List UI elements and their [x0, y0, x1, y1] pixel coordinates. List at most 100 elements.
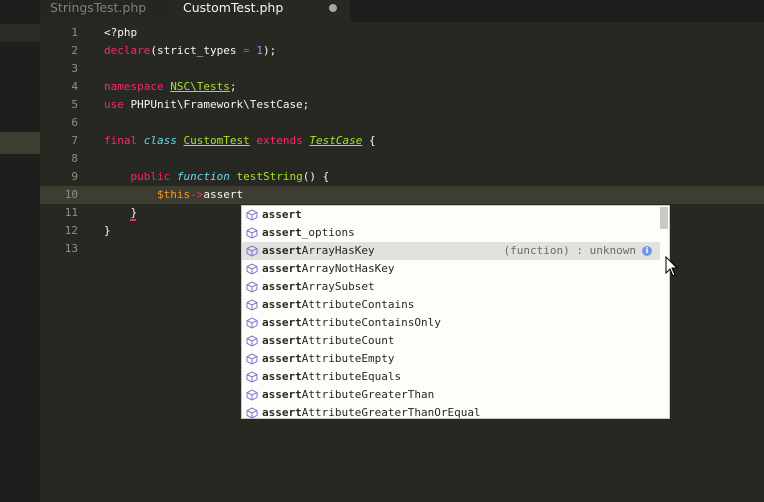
- autocomplete-match: assert: [262, 334, 302, 347]
- line-number: 9: [71, 170, 78, 183]
- code-token: =: [236, 44, 257, 57]
- code-token: {: [362, 134, 376, 147]
- autocomplete-item-label: assertArraySubset: [262, 278, 375, 296]
- code-line[interactable]: 1 <?php: [40, 24, 764, 42]
- info-icon[interactable]: i: [642, 246, 652, 256]
- code-token: ->: [190, 188, 204, 201]
- autocomplete-item-label: assertAttributeEquals: [262, 368, 401, 386]
- autocomplete-match: assert: [262, 352, 302, 365]
- autocomplete-item[interactable]: assertAttributeContains: [242, 296, 660, 314]
- autocomplete-item-label: assert: [262, 206, 302, 224]
- autocomplete-rest: ArrayNotHasKey: [301, 262, 395, 275]
- code-token: CustomTest: [183, 134, 250, 147]
- code-line[interactable]: 7 final class CustomTest extends TestCase…: [40, 132, 764, 150]
- autocomplete-item-label: assertArrayHasKey: [262, 242, 375, 260]
- code-token: TestCase: [309, 134, 363, 147]
- code-token: final: [104, 134, 138, 147]
- code-token: <?php: [104, 26, 138, 39]
- autocomplete-item[interactable]: assertArrayNotHasKey: [242, 260, 660, 278]
- code-line[interactable]: 10 $this->assert: [40, 186, 764, 204]
- autocomplete-item[interactable]: assert: [242, 206, 660, 224]
- mouse-pointer-icon: [665, 256, 679, 277]
- code-token: class: [143, 134, 177, 147]
- line-number: 13: [64, 242, 78, 255]
- autocomplete-item[interactable]: assert_options: [242, 224, 660, 242]
- line-number: 7: [71, 134, 78, 147]
- autocomplete-match: assert: [262, 280, 302, 293]
- code-token: 1: [256, 44, 263, 57]
- autocomplete-item[interactable]: assertAttributeEmpty: [242, 350, 660, 368]
- code-text: <?php: [104, 24, 137, 42]
- tab-bar: StringsTest.php CustomTest.php: [40, 0, 764, 22]
- autocomplete-popup: assert assert_options assertArrayHasKey (fu…: [241, 205, 670, 419]
- autocomplete-detail: (function) : unknown: [503, 244, 636, 257]
- autocomplete-match: assert: [262, 316, 302, 329]
- code-token: extends: [256, 134, 303, 147]
- code-text: public function testString() {: [104, 168, 330, 186]
- autocomplete-rest: AttributeCount: [301, 334, 395, 347]
- line-number: 1: [71, 26, 78, 39]
- autocomplete-item[interactable]: assertArrayHasKey (function) : unknown i: [242, 242, 660, 260]
- cube-icon: [246, 227, 258, 239]
- cube-icon: [246, 317, 258, 329]
- autocomplete-match: assert: [262, 244, 302, 257]
- autocomplete-item-label: assertAttributeGreaterThanOrEqual: [262, 404, 481, 419]
- code-text: declare(strict_types = 1);: [104, 42, 276, 60]
- code-token: }: [104, 206, 138, 219]
- code-line[interactable]: 9 public function testString() {: [40, 168, 764, 186]
- code-line[interactable]: 8: [40, 150, 764, 168]
- sidebar-item[interactable]: [0, 24, 40, 42]
- tab-stringstest[interactable]: StringsTest.php: [40, 0, 170, 22]
- autocomplete-item[interactable]: assertAttributeCount: [242, 332, 660, 350]
- cube-icon: [246, 389, 258, 401]
- code-token: declare: [104, 44, 151, 57]
- line-number: 8: [71, 152, 78, 165]
- line-number: 6: [71, 116, 78, 129]
- code-text: namespace NSC\Tests;: [104, 78, 236, 96]
- sidebar-item-selected[interactable]: [0, 132, 40, 154]
- autocomplete-item[interactable]: assertAttributeContainsOnly: [242, 314, 660, 332]
- code-line[interactable]: 5 use PHPUnit\Framework\TestCase;: [40, 96, 764, 114]
- cube-icon: [246, 209, 258, 221]
- autocomplete-item[interactable]: assertArraySubset: [242, 278, 660, 296]
- code-text: use PHPUnit\Framework\TestCase;: [104, 96, 309, 114]
- line-number: 3: [71, 62, 78, 75]
- sidebar: [0, 0, 40, 502]
- cube-icon: [246, 353, 258, 365]
- autocomplete-scrollbar[interactable]: [660, 207, 668, 229]
- autocomplete-rest: AttributeGreaterThanOrEqual: [301, 406, 481, 419]
- code-line[interactable]: 2 declare(strict_types = 1);: [40, 42, 764, 60]
- code-line[interactable]: 3: [40, 60, 764, 78]
- autocomplete-item-label: assertAttributeCount: [262, 332, 394, 350]
- code-text: $this->assert: [104, 186, 243, 204]
- autocomplete-rest: _options: [301, 226, 355, 239]
- code-text: final class CustomTest extends TestCase …: [104, 132, 376, 150]
- autocomplete-rest: AttributeEmpty: [301, 352, 395, 365]
- modified-dot-icon[interactable]: [329, 4, 337, 12]
- autocomplete-rest: AttributeContainsOnly: [301, 316, 441, 329]
- code-token: use: [104, 98, 124, 111]
- line-number: 10: [64, 188, 78, 201]
- autocomplete-item[interactable]: assertAttributeGreaterThan: [242, 386, 660, 404]
- code-token: NSC\Tests: [170, 80, 230, 93]
- cube-icon: [246, 263, 258, 275]
- line-number: 4: [71, 80, 78, 93]
- tab-customtest[interactable]: CustomTest.php: [170, 0, 350, 22]
- error-marker: [130, 219, 136, 221]
- code-line[interactable]: 6: [40, 114, 764, 132]
- autocomplete-item[interactable]: assertAttributeEquals: [242, 368, 660, 386]
- autocomplete-rest: ArrayHasKey: [301, 244, 375, 257]
- autocomplete-rest: AttributeEquals: [301, 370, 402, 383]
- code-token: }: [104, 224, 111, 237]
- cube-icon: [246, 407, 258, 418]
- autocomplete-rest: AttributeGreaterThan: [301, 388, 435, 401]
- autocomplete-item[interactable]: assertAttributeGreaterThanOrEqual: [242, 404, 660, 419]
- code-token: PHPUnit\Framework\TestCase;: [123, 98, 310, 111]
- cube-icon: [246, 245, 258, 257]
- cube-icon: [246, 371, 258, 383]
- code-line[interactable]: 4 namespace NSC\Tests;: [40, 78, 764, 96]
